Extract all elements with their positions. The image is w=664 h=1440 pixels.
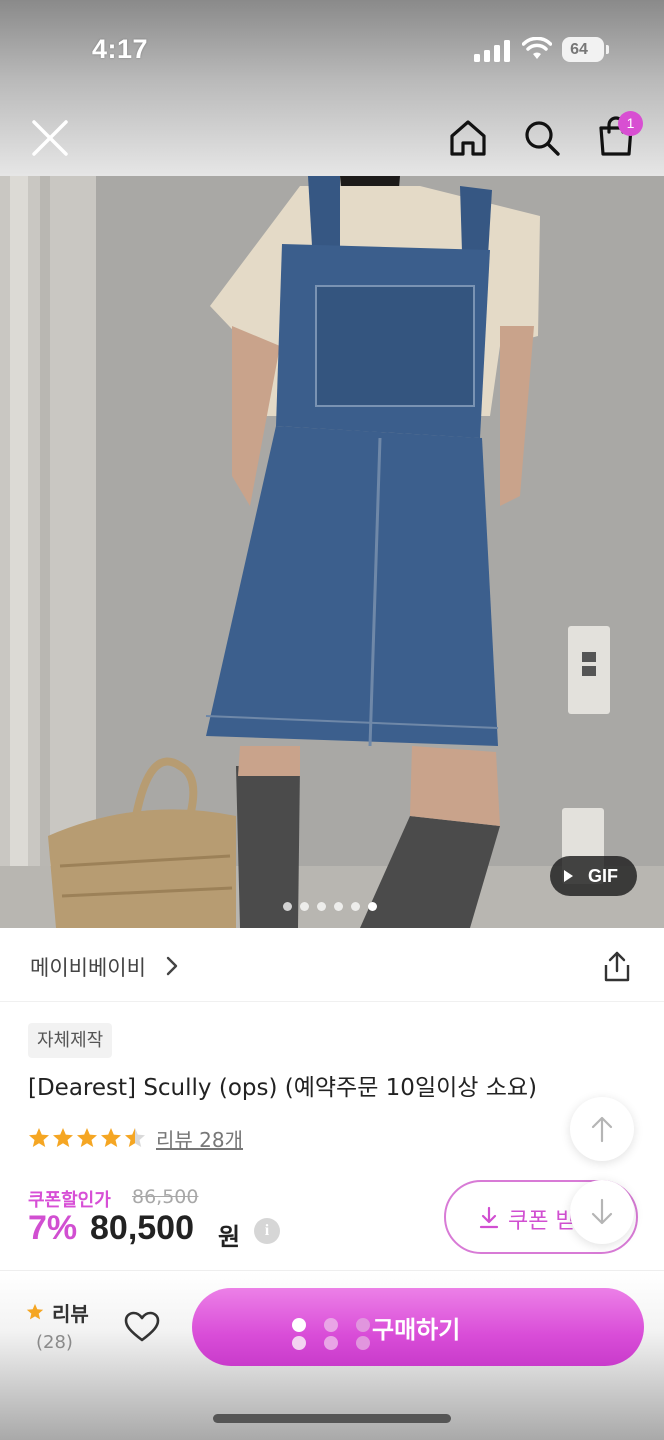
loading-dot [292,1336,306,1350]
battery-level: 64 [570,41,588,58]
product-photo [0,176,664,928]
loading-dot [292,1318,306,1332]
carousel-dot [300,902,309,911]
carousel-dot [351,902,360,911]
product-tag: 자체제작 [28,1023,113,1058]
review-tab-count[interactable]: (28) [36,1332,73,1353]
share-icon[interactable] [600,950,634,984]
carousel-dot [283,902,292,911]
rating-stars [29,1128,145,1147]
brand-name[interactable]: 메이비베이비 [30,952,146,982]
heart-icon[interactable] [124,1311,160,1343]
wifi-icon [522,37,552,59]
info-icon[interactable]: i [254,1218,280,1244]
product-title: [Dearest] Scully (ops) (예약주문 10일이상 소요) [28,1075,538,1101]
loading-dot [324,1318,338,1332]
review-tab-label[interactable]: 리뷰 [52,1298,89,1327]
status-time: 4:17 [92,34,149,64]
home-icon[interactable] [446,116,490,160]
arrow-up-icon [591,1116,613,1143]
battery-nub [606,45,609,54]
top-bar: 4:17 64 1 [0,0,664,176]
carousel-dot-active [368,902,377,911]
play-icon [564,870,573,882]
chevron-right-icon [166,956,178,976]
loading-dot [324,1336,338,1350]
original-price: 86,500 [132,1186,199,1208]
loading-dot [356,1336,370,1350]
coupon-button-label: 쿠폰 받 [508,1209,576,1234]
home-indicator [213,1414,451,1423]
gif-badge[interactable]: GIF [550,856,637,896]
loading-indicator [292,1318,372,1352]
download-icon [479,1206,499,1229]
battery-icon: 64 [562,37,604,62]
currency-unit: 원 [218,1223,241,1251]
scroll-down-button[interactable] [570,1180,634,1244]
close-icon[interactable] [28,116,72,160]
cart-count-badge: 1 [618,111,643,136]
sale-price: 80,500 [90,1209,194,1247]
carousel-dot [334,902,343,911]
arrow-down-icon [591,1198,613,1225]
buy-button-label: 구매하기 [372,1316,461,1344]
search-icon[interactable] [520,116,564,160]
loading-dot [356,1318,370,1332]
gif-label: GIF [588,866,618,886]
review-count-link[interactable]: 리뷰 28개 [156,1124,243,1153]
discount-rate: 7% [28,1209,78,1247]
carousel-dot [317,902,326,911]
brand-row[interactable]: 메이비베이비 [0,928,664,1002]
scroll-up-button[interactable] [570,1097,634,1161]
divider [0,1270,664,1271]
product-image-carousel[interactable] [0,176,664,928]
star-icon [26,1303,44,1320]
signal-icon [474,40,510,62]
